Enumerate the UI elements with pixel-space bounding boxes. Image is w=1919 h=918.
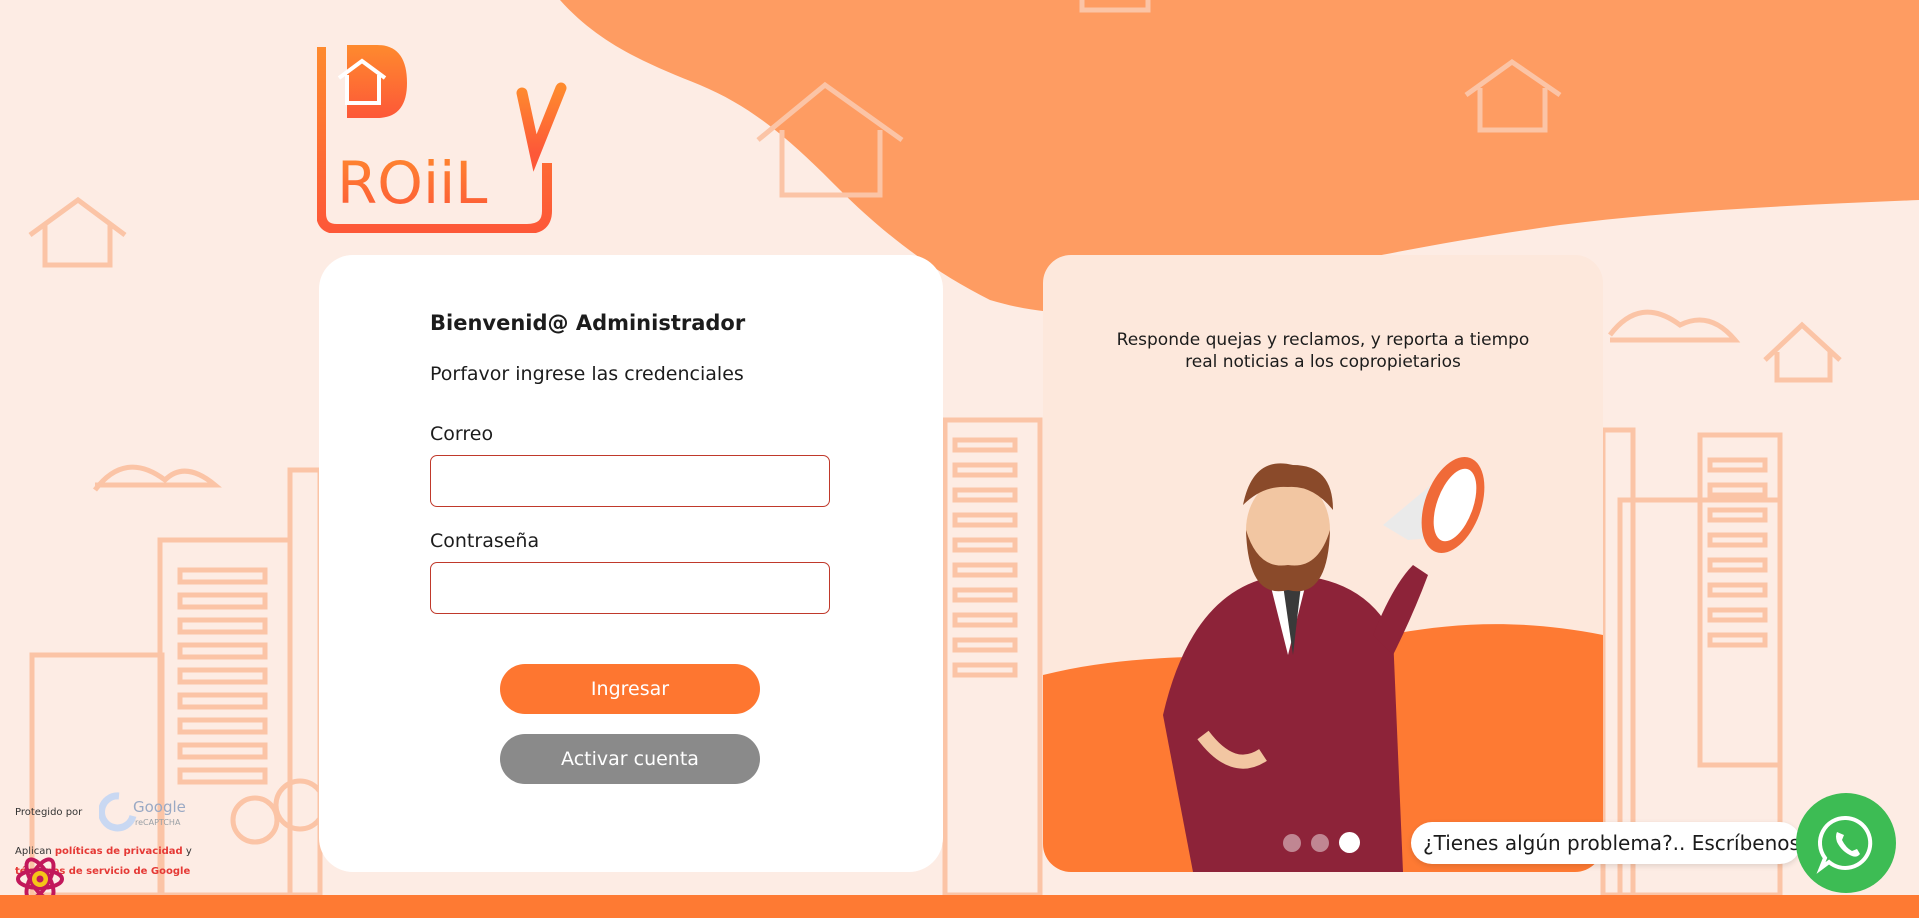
whatsapp-icon — [1816, 815, 1873, 874]
recaptcha-protected-label: Protegido por — [15, 807, 83, 818]
password-label: Contraseña — [430, 530, 540, 552]
welcome-title: Bienvenid@ Administrador — [430, 311, 746, 335]
whatsapp-button[interactable] — [1796, 793, 1896, 893]
recaptcha-connector: y — [182, 846, 192, 857]
login-button[interactable]: Ingresar — [500, 664, 760, 714]
email-field[interactable] — [430, 455, 830, 507]
svg-text:Google: Google — [133, 798, 186, 816]
carousel-dot-2[interactable] — [1311, 833, 1329, 852]
brand-logo: ROiiL — [317, 45, 567, 233]
activate-account-button[interactable]: Activar cuenta — [500, 734, 760, 784]
carousel-dot-3[interactable] — [1339, 832, 1360, 853]
login-card: Bienvenid@ Administrador Porfavor ingres… — [319, 255, 943, 872]
footer-bar — [0, 895, 1919, 918]
logo-wordmark: ROiiL — [337, 149, 488, 217]
promo-message: Responde quejas y reclamos, y reporta a … — [1116, 330, 1530, 372]
recaptcha-logo: Google reCAPTCHA — [99, 792, 186, 832]
login-subtitle: Porfavor ingrese las credenciales — [430, 363, 744, 385]
svg-text:reCAPTCHA: reCAPTCHA — [135, 818, 181, 827]
carousel-indicators — [1283, 832, 1360, 853]
password-field[interactable] — [430, 562, 830, 614]
support-chat-text: ¿Tienes algún problema?.. Escríbenos! — [1423, 831, 1808, 855]
promo-carousel: Responde quejas y reclamos, y reporta a … — [1043, 255, 1603, 872]
support-chat-bubble[interactable]: ¿Tienes algún problema?.. Escríbenos! — [1411, 822, 1808, 864]
carousel-dot-1[interactable] — [1283, 833, 1301, 852]
email-label: Correo — [430, 423, 494, 445]
background-illustration — [28, 0, 1919, 898]
privacy-policy-link[interactable]: políticas de privacidad — [55, 846, 183, 857]
